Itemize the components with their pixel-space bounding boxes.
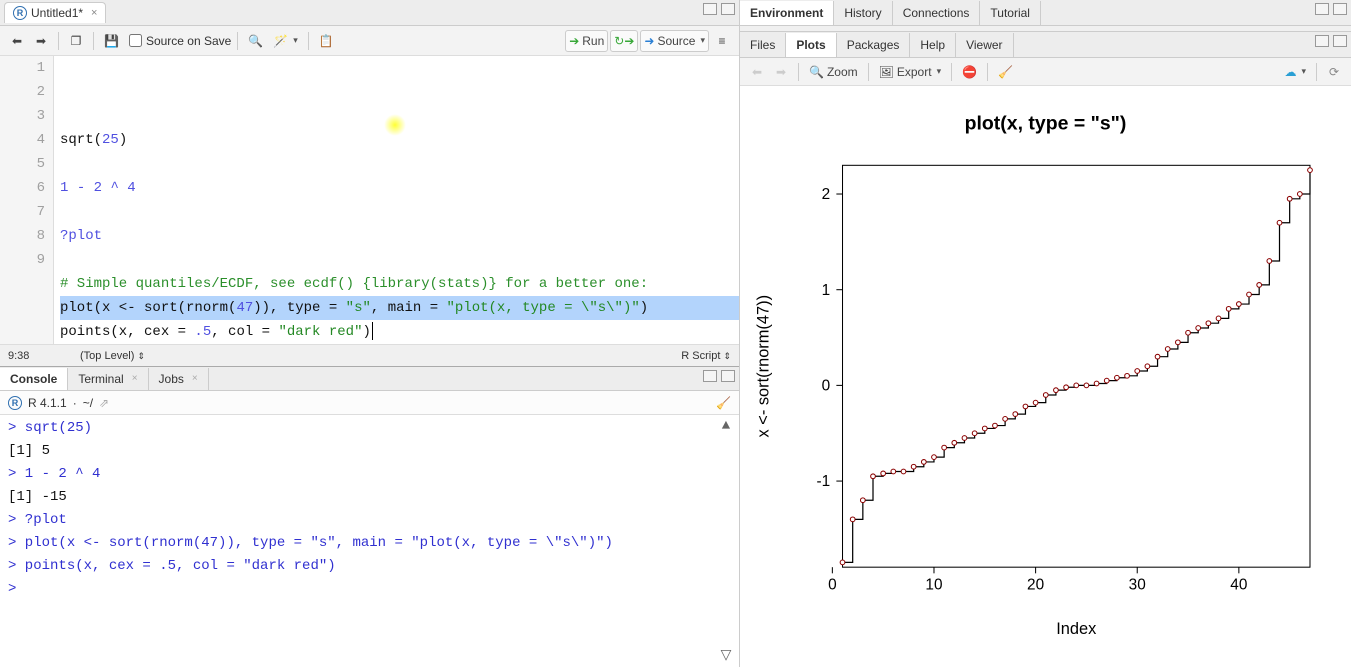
go-to-dir-icon[interactable]: ⇗ bbox=[99, 396, 109, 410]
back-icon[interactable]: ⬅ bbox=[6, 30, 28, 52]
svg-text:2: 2 bbox=[822, 186, 831, 203]
source-on-save-label[interactable]: Source on Save bbox=[129, 34, 231, 48]
cursor-position: 9:38 bbox=[8, 350, 68, 362]
source-tab-title: Untitled1* bbox=[31, 6, 83, 20]
source-button[interactable]: ➜ Source ▾ bbox=[640, 30, 709, 52]
env-tab-environment[interactable]: Environment bbox=[740, 1, 834, 25]
left-column: R Untitled1* × ⬅ ➡ ❐ 💾 Source on Sav bbox=[0, 0, 740, 667]
source-tabbar: R Untitled1* × bbox=[0, 0, 739, 26]
svg-text:20: 20 bbox=[1027, 577, 1044, 594]
plots-tabbar: FilesPlotsPackagesHelpViewer bbox=[740, 32, 1351, 58]
compile-report-icon[interactable]: 📋 bbox=[315, 30, 338, 52]
plots-tab-files[interactable]: Files bbox=[740, 33, 786, 57]
svg-text:0: 0 bbox=[822, 378, 831, 395]
env-maximize-icon[interactable] bbox=[1333, 3, 1347, 15]
svg-text:-1: -1 bbox=[817, 473, 831, 490]
run-arrow-icon: ➔ bbox=[569, 34, 579, 48]
console-window-controls bbox=[703, 370, 735, 382]
plots-tab-viewer[interactable]: Viewer bbox=[956, 33, 1013, 57]
run-label: Run bbox=[582, 34, 604, 48]
show-in-new-window-icon[interactable]: ❐ bbox=[65, 30, 87, 52]
remove-plot-icon[interactable]: ⛔ bbox=[958, 61, 981, 83]
svg-text:x <- sort(rnorm(47)): x <- sort(rnorm(47)) bbox=[755, 295, 773, 438]
console-minimize-icon[interactable] bbox=[703, 370, 717, 382]
svg-text:0: 0 bbox=[828, 577, 837, 594]
plot-prev-icon[interactable]: ⬅ bbox=[746, 61, 768, 83]
source-arrow-icon: ➜ bbox=[644, 34, 654, 48]
source-status-bar: 9:38 (Top Level) ⇕ R Script ⇕ bbox=[0, 344, 739, 366]
r-version-text: R 4.1.1 bbox=[28, 396, 67, 410]
scroll-up-icon[interactable]: ▲ bbox=[717, 419, 735, 433]
source-on-save-text: Source on Save bbox=[146, 34, 231, 48]
console-maximize-icon[interactable] bbox=[721, 370, 735, 382]
code-area[interactable]: sqrt(25)1 - 2 ^ 4?plot# Simple quantiles… bbox=[54, 56, 739, 344]
code-editor[interactable]: 123456789 sqrt(25)1 - 2 ^ 4?plot# Simple… bbox=[0, 56, 739, 344]
export-icon: 🖼 bbox=[879, 65, 894, 79]
refresh-plot-icon[interactable]: ⟳ bbox=[1323, 61, 1345, 83]
console-pane: ConsoleTerminal×Jobs× R R 4.1.1 · ~/ ⇗ 🧹… bbox=[0, 366, 739, 667]
console-tab-console[interactable]: Console bbox=[0, 368, 68, 390]
clear-console-icon[interactable]: 🧹 bbox=[716, 396, 731, 410]
plots-toolbar: ⬅ ➡ 🔍 Zoom 🖼 Export ▾ ⛔ 🧹 ☁▾ ⟳ bbox=[740, 58, 1351, 86]
lang-selector[interactable]: R Script ⇕ bbox=[681, 350, 731, 362]
env-tab-tutorial[interactable]: Tutorial bbox=[980, 1, 1041, 25]
source-editor-pane: R Untitled1* × ⬅ ➡ ❐ 💾 Source on Sav bbox=[0, 0, 739, 366]
maximize-icon[interactable] bbox=[721, 3, 735, 15]
plots-tab-plots[interactable]: Plots bbox=[786, 33, 836, 57]
source-label: Source bbox=[657, 34, 695, 48]
svg-text:10: 10 bbox=[925, 577, 942, 594]
svg-text:Index: Index bbox=[1056, 620, 1097, 638]
plots-maximize-icon[interactable] bbox=[1333, 35, 1347, 47]
wand-icon[interactable]: 🪄▾ bbox=[269, 30, 301, 52]
zoom-button[interactable]: 🔍 Zoom bbox=[805, 61, 862, 83]
console-info-bar: R R 4.1.1 · ~/ ⇗ 🧹 bbox=[0, 391, 739, 415]
r-language-icon: R bbox=[8, 396, 22, 410]
env-window-controls bbox=[1315, 3, 1347, 15]
env-tabbar: EnvironmentHistoryConnectionsTutorial bbox=[740, 0, 1351, 26]
find-icon[interactable]: 🔍 bbox=[244, 30, 267, 52]
svg-text:40: 40 bbox=[1230, 577, 1247, 594]
zoom-icon: 🔍 bbox=[809, 65, 824, 79]
source-window-controls bbox=[703, 3, 735, 15]
rerun-icon[interactable]: ↻➔ bbox=[610, 30, 638, 52]
source-toolbar: ⬅ ➡ ❐ 💾 Source on Save 🔍 🪄▾ 📋 ➔ Run bbox=[0, 26, 739, 56]
plot-area: plot(x, type = "s") 0 10 20 30 40 -1 0 1 2 Index x … bbox=[740, 86, 1351, 667]
console-tab-jobs[interactable]: Jobs× bbox=[149, 368, 209, 390]
console-tab-terminal[interactable]: Terminal× bbox=[68, 368, 148, 390]
publish-icon[interactable]: ☁▾ bbox=[1280, 61, 1310, 83]
svg-text:1: 1 bbox=[822, 282, 831, 299]
line-gutter: 123456789 bbox=[0, 56, 54, 344]
env-minimize-icon[interactable] bbox=[1315, 3, 1329, 15]
env-tab-connections[interactable]: Connections bbox=[893, 1, 981, 25]
env-tab-history[interactable]: History bbox=[834, 1, 892, 25]
outline-icon[interactable]: ≡ bbox=[711, 30, 733, 52]
svg-text:plot(x, type = "s"): plot(x, type = "s") bbox=[965, 112, 1127, 134]
forward-icon[interactable]: ➡ bbox=[30, 30, 52, 52]
save-icon[interactable]: 💾 bbox=[100, 30, 123, 52]
console-tabbar: ConsoleTerminal×Jobs× bbox=[0, 367, 739, 391]
minimize-icon[interactable] bbox=[703, 3, 717, 15]
close-tab-icon[interactable]: × bbox=[91, 7, 97, 19]
right-column: EnvironmentHistoryConnectionsTutorial Fi… bbox=[740, 0, 1351, 667]
run-button[interactable]: ➔ Run bbox=[565, 30, 608, 52]
console-output[interactable]: ▲ ▽ > sqrt(25)[1] 5> 1 - 2 ^ 4[1] -15> ?… bbox=[0, 415, 739, 667]
plot-next-icon[interactable]: ➡ bbox=[770, 61, 792, 83]
clear-plots-icon[interactable]: 🧹 bbox=[994, 61, 1017, 83]
zoom-label: Zoom bbox=[827, 65, 858, 79]
source-tab[interactable]: R Untitled1* × bbox=[4, 2, 106, 23]
working-dir-text[interactable]: ~/ bbox=[83, 396, 93, 410]
scope-selector[interactable]: (Top Level) ⇕ bbox=[80, 350, 669, 362]
r-plot-svg: plot(x, type = "s") 0 10 20 30 40 -1 0 1 2 Index x … bbox=[740, 86, 1351, 667]
plots-minimize-icon[interactable] bbox=[1315, 35, 1329, 47]
svg-text:30: 30 bbox=[1129, 577, 1146, 594]
plots-tab-help[interactable]: Help bbox=[910, 33, 956, 57]
plots-tab-packages[interactable]: Packages bbox=[837, 33, 911, 57]
plots-window-controls bbox=[1315, 35, 1347, 47]
source-on-save-checkbox[interactable] bbox=[129, 34, 142, 47]
export-button[interactable]: 🖼 Export ▾ bbox=[875, 61, 945, 83]
scroll-down-icon[interactable]: ▽ bbox=[717, 649, 735, 663]
export-label: Export bbox=[897, 65, 932, 79]
r-file-icon: R bbox=[13, 6, 27, 20]
